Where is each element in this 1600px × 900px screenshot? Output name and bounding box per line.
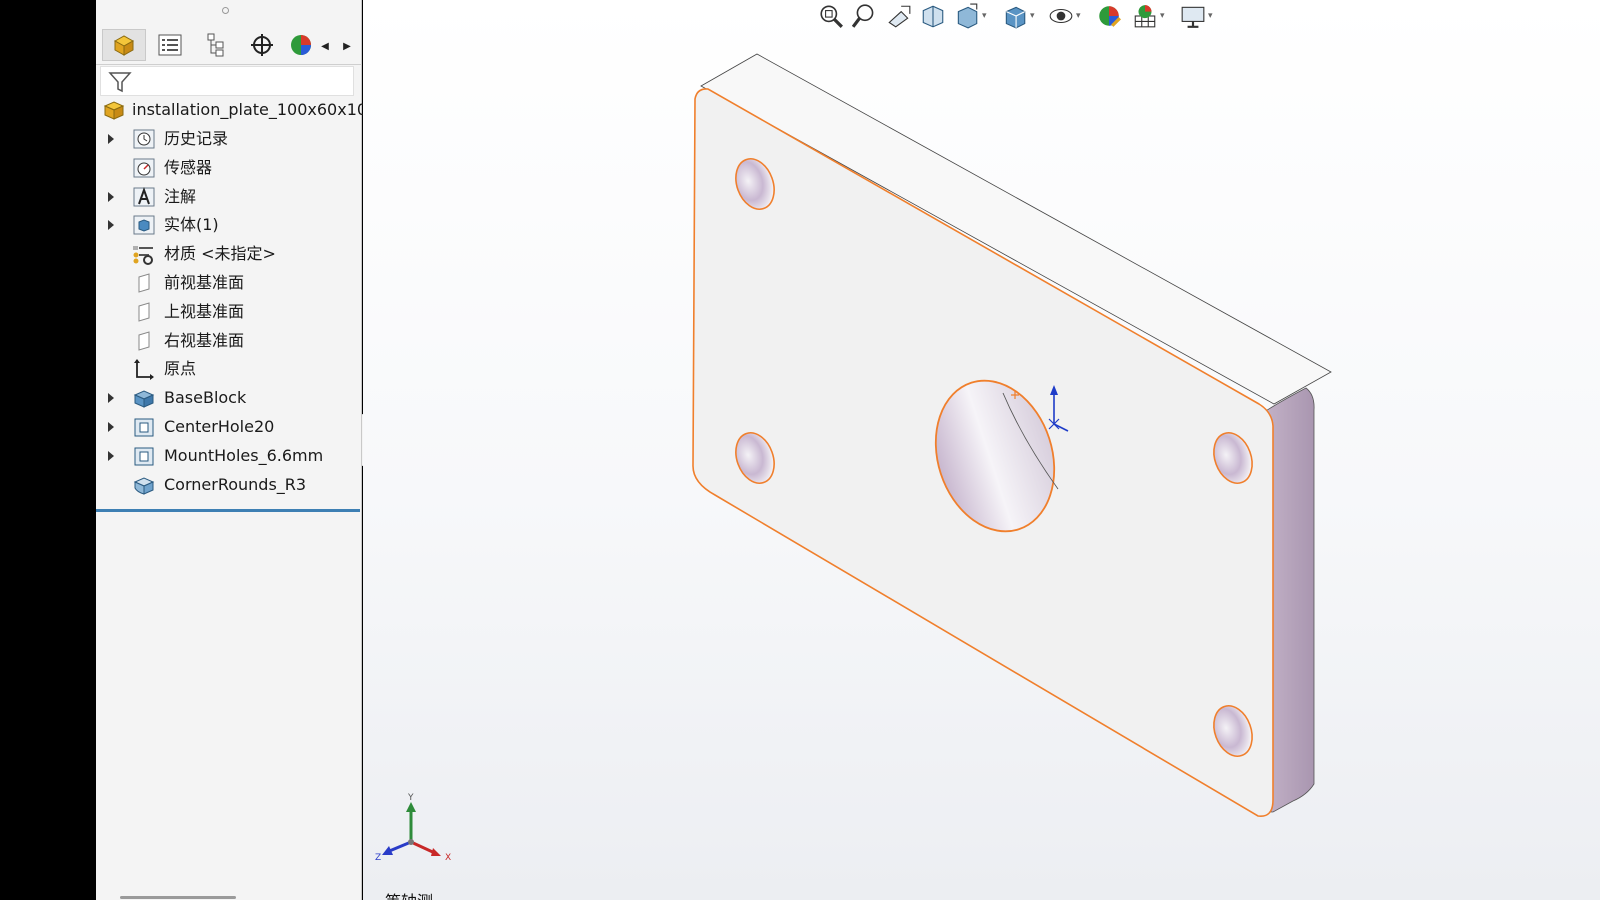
part-model-view[interactable] (363, 0, 1600, 900)
fillet-icon (133, 477, 155, 495)
appearance-sphere-icon (291, 35, 311, 55)
reference-triad: Y X Z (375, 793, 451, 863)
feature-filter[interactable] (100, 66, 354, 96)
tree-expand-arrow-icon[interactable] (108, 220, 114, 231)
panel-horizontal-scrollbar[interactable] (120, 896, 236, 899)
tree-item[interactable]: 传感器 (96, 154, 362, 182)
left-screen-margin (0, 0, 96, 900)
tree-item[interactable]: 实体(1) (96, 211, 362, 239)
tree-item-label: 右视基准面 (164, 330, 245, 350)
tree-expand-arrow-icon[interactable] (108, 422, 114, 432)
display-manager-tab[interactable] (286, 29, 316, 61)
tree-root-label: installation_plate_100x60x10 (132, 100, 368, 119)
tree-item[interactable]: 前视基准面 (96, 269, 362, 297)
tree-expand-arrow-icon[interactable] (108, 450, 114, 461)
tree-expand-arrow-icon[interactable] (108, 191, 114, 202)
feature-manager-panel: ◀ ▶ installation_plate_100x60x10 历史记录传感器… (96, 0, 367, 900)
tree-root-part[interactable]: installation_plate_100x60x10 (96, 96, 367, 124)
property-list-icon (158, 34, 182, 56)
tree-item-label: 上视基准面 (164, 301, 245, 321)
part-cube-icon (113, 35, 135, 56)
tree-item-label: 历史记录 (164, 129, 229, 148)
property-manager-tab[interactable] (148, 29, 192, 61)
feature-manager-tabbar: ◀ ▶ (96, 26, 362, 65)
tree-item-label: 实体(1) (164, 215, 219, 235)
tree-item-label: MountHoles_6.6mm (164, 445, 324, 465)
material-icon (133, 246, 153, 266)
tree-item[interactable]: 注解 (96, 183, 362, 211)
feature-manager-tab[interactable] (102, 29, 146, 61)
rollback-bar[interactable] (96, 509, 360, 512)
tree-item[interactable]: MountHoles_6.6mm (96, 442, 362, 470)
cut-extrude-icon (134, 418, 154, 437)
sensor-gauge-icon (133, 158, 155, 178)
tree-item[interactable]: BaseBlock (96, 384, 362, 412)
cut-extrude-icon (134, 447, 154, 466)
tree-item[interactable]: CenterHole20 (96, 413, 362, 441)
tree-expand-arrow-icon[interactable] (108, 134, 114, 144)
tab-scroll-right-button[interactable]: ▶ (340, 40, 354, 54)
tree-item[interactable]: 上视基准面 (96, 298, 362, 326)
tree-item-label: CenterHole20 (164, 417, 275, 436)
tree-item[interactable]: 材质 <未指定> (96, 240, 362, 268)
graphics-viewport[interactable]: ▾ ▾ ▾ ▾ ▾ Y X Z (363, 0, 1600, 900)
panel-grip[interactable] (96, 0, 362, 22)
solid-bodies-folder-icon (133, 215, 155, 235)
history-clock-icon (133, 129, 155, 149)
tree-item-label: 传感器 (164, 157, 213, 177)
triad-y-label: Y (407, 793, 414, 803)
tab-scroll-left-button[interactable]: ◀ (318, 40, 332, 54)
configuration-tree-icon (207, 33, 224, 57)
annotation-a-icon (133, 186, 155, 207)
dimxpert-manager-tab[interactable] (240, 29, 284, 61)
origin-axes-icon (134, 359, 154, 381)
tree-item-label: 材质 <未指定> (164, 244, 276, 264)
tree-item-label: 原点 (164, 359, 197, 379)
plane-icon (138, 302, 150, 322)
tree-item[interactable]: CornerRounds_R3 (96, 471, 362, 499)
plane-icon (138, 273, 150, 293)
tree-item[interactable]: 原点 (96, 355, 362, 383)
part-cube-icon (103, 101, 125, 120)
extrude-boss-icon (133, 390, 155, 408)
view-orientation-label: 等轴测 (385, 888, 433, 900)
plane-icon (138, 330, 150, 351)
tree-item[interactable]: 右视基准面 (96, 327, 362, 355)
triad-x-label: X (445, 853, 451, 863)
tree-expand-arrow-icon[interactable] (108, 393, 114, 404)
filter-funnel-icon (108, 72, 132, 93)
triad-z-label: Z (375, 853, 381, 863)
tree-item[interactable]: 历史记录 (96, 125, 362, 153)
tree-item-label: CornerRounds_R3 (164, 474, 307, 494)
tree-item-label: BaseBlock (164, 388, 247, 408)
tree-item-label: 前视基准面 (164, 273, 245, 292)
tree-item-label: 注解 (164, 186, 197, 206)
configuration-manager-tab[interactable] (194, 29, 238, 61)
panel-grip-dot (222, 7, 229, 14)
crosshair-icon (251, 34, 273, 56)
